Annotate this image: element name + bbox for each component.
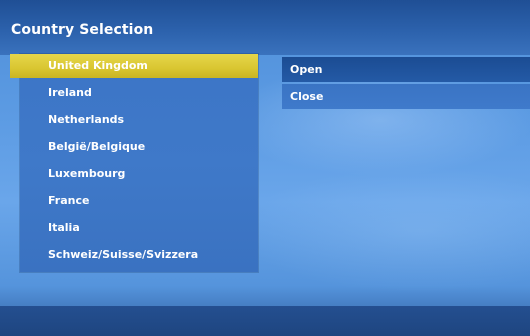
- country-item-united-kingdom[interactable]: United Kingdom: [10, 54, 258, 78]
- title-bar: Country Selection: [0, 0, 530, 55]
- close-button[interactable]: Close: [282, 84, 530, 109]
- country-item-luxembourg[interactable]: Luxembourg: [20, 162, 258, 186]
- country-item-france[interactable]: France: [20, 189, 258, 213]
- country-item-italia[interactable]: Italia: [20, 216, 258, 240]
- country-item-belgium[interactable]: België/Belgique: [20, 135, 258, 159]
- open-button[interactable]: Open: [282, 57, 530, 82]
- country-list: United Kingdom Ireland Netherlands Belgi…: [10, 54, 258, 272]
- tv-screen: Country Selection United Kingdom Ireland…: [0, 0, 530, 336]
- bottom-bar: [0, 306, 530, 336]
- country-item-switzerland[interactable]: Schweiz/Suisse/Svizzera: [20, 243, 258, 267]
- page-title: Country Selection: [11, 22, 154, 38]
- country-item-netherlands[interactable]: Netherlands: [20, 108, 258, 132]
- country-item-ireland[interactable]: Ireland: [20, 81, 258, 105]
- action-menu: Open Close: [282, 57, 530, 109]
